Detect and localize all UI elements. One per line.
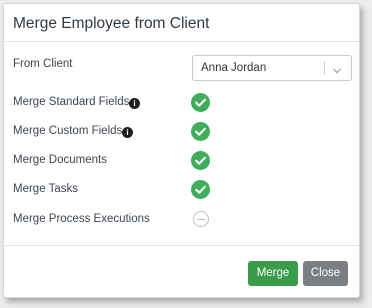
select-divider [324,61,325,75]
option-row: Merge Process Executions [4,209,359,233]
check-circle-icon[interactable] [191,180,210,199]
option-row: Merge Standard Fields i [4,92,359,116]
option-label: Merge Custom Fields [13,125,123,137]
check-circle-icon[interactable] [191,122,210,141]
dialog-title: Merge Employee from Client [13,15,210,32]
option-label: Merge Documents [13,154,107,166]
option-label: Merge Process Executions [13,213,150,225]
empty-circle-icon[interactable] [193,211,209,227]
option-row: Merge Custom Fields i [4,121,359,145]
from-client-select[interactable]: Anna Jordan [192,55,352,81]
option-label: Merge Tasks [13,183,78,195]
check-circle-icon[interactable] [191,93,210,112]
from-client-label: From Client [13,58,73,70]
dialog-footer: Merge Close [4,245,359,297]
from-client-value: Anna Jordan [201,62,267,74]
dialog-header: Merge Employee from Client [4,4,359,42]
info-icon[interactable]: i [129,98,140,109]
option-row: Merge Documents [4,150,359,174]
option-label: Merge Standard Fields [13,96,130,108]
close-button[interactable]: Close [303,261,348,286]
merge-employee-dialog: Merge Employee from Client From Client A… [3,3,360,298]
check-circle-icon[interactable] [191,151,210,170]
option-row: Merge Tasks [4,179,359,203]
merge-button[interactable]: Merge [248,261,298,286]
info-icon[interactable]: i [122,127,133,138]
chevron-down-icon[interactable] [332,63,342,81]
dialog-body: From Client Anna Jordan Merge Standard F… [4,42,359,245]
